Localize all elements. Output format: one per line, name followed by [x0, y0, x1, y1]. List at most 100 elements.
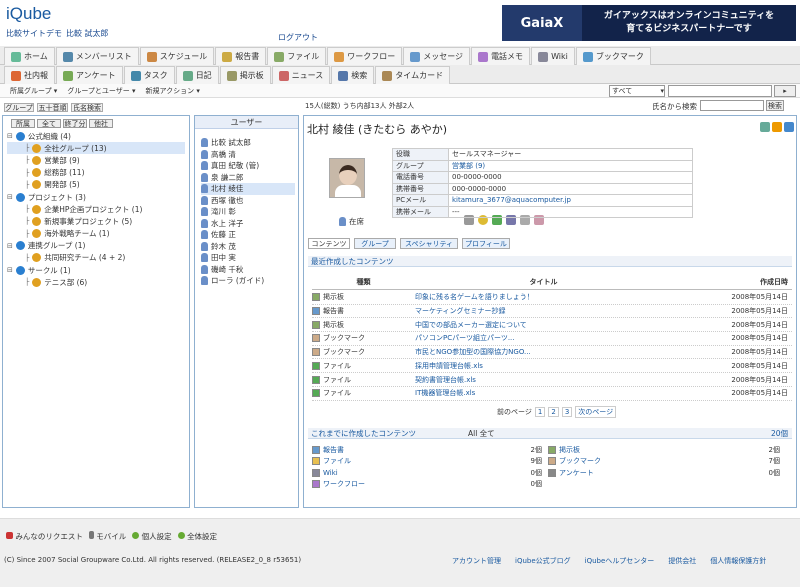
- account-link[interactable]: アカウント管理: [452, 556, 501, 566]
- tab-search[interactable]: 検索: [331, 66, 375, 84]
- pager-prev[interactable]: 前のページ: [497, 407, 532, 417]
- user-list-item[interactable]: 磯崎 千秋: [201, 264, 295, 276]
- expand-icon[interactable]: ⊟: [7, 132, 13, 140]
- user-name[interactable]: 比較 試太郎: [66, 28, 109, 39]
- row-title-link[interactable]: 市民とNGO参加型の国際協力NGO...: [415, 347, 672, 357]
- menu-new-action[interactable]: 新規アクション ▾: [146, 86, 200, 96]
- left-tab-name-search[interactable]: 氏名検索: [71, 103, 103, 112]
- name-search-button[interactable]: 検索: [766, 100, 784, 111]
- user-list-item[interactable]: 比較 試太郎: [201, 137, 295, 149]
- tab-board[interactable]: 掲示板: [219, 66, 271, 84]
- edit-icon[interactable]: [760, 122, 770, 132]
- tab-news[interactable]: ニュース: [271, 66, 331, 84]
- tree-group[interactable]: ├ 営業部 (9): [7, 154, 185, 166]
- tree-category[interactable]: ⊟ 公式組織 (4): [7, 130, 185, 142]
- menu-my-groups[interactable]: 所属グループ ▾: [10, 86, 57, 96]
- tree-group[interactable]: ├ テニス部 (6): [7, 276, 185, 288]
- mobile-link[interactable]: モバイル: [88, 531, 126, 542]
- user-list-item[interactable]: 高橋 清: [201, 149, 295, 161]
- user-list-item[interactable]: 滝川 彰: [201, 206, 295, 218]
- summary-item[interactable]: Wiki 0個: [312, 468, 542, 477]
- tree-category[interactable]: ⊟ 連携グループ (1): [7, 240, 185, 252]
- user-list-item[interactable]: 北村 綾佳: [201, 183, 295, 195]
- tab-survey[interactable]: アンケート: [56, 66, 123, 84]
- tree-group[interactable]: ├ 海外戦略チーム (1): [7, 228, 185, 240]
- row-title-link[interactable]: 印象に残る名ゲームを語りましょう！: [415, 292, 672, 302]
- privacy-link[interactable]: 個人情報保護方針: [710, 556, 766, 566]
- tab-phone-memo[interactable]: 電話メモ: [471, 47, 531, 65]
- content-tab-0[interactable]: コンテンツ: [308, 238, 350, 249]
- tab-wiki[interactable]: Wiki: [531, 47, 575, 65]
- tab-home[interactable]: ホーム: [4, 47, 55, 65]
- user-list-item[interactable]: 田中 実: [201, 252, 295, 264]
- tree-category[interactable]: ⊟ プロジェクト (3): [7, 191, 185, 203]
- blog-link[interactable]: iQube公式ブログ: [515, 556, 571, 566]
- user-list-item[interactable]: 水上 洋子: [201, 218, 295, 230]
- subtab-other[interactable]: 他社: [89, 119, 113, 128]
- user-list-item[interactable]: 泉 謙二郎: [201, 172, 295, 184]
- summary-item[interactable]: ブックマーク 7個: [548, 457, 780, 466]
- row-title-link[interactable]: IT機器管理台帳.xls: [415, 388, 672, 398]
- page-1[interactable]: 1: [534, 407, 546, 417]
- help-center-link[interactable]: iQubeヘルプセンター: [585, 556, 655, 566]
- personal-settings-link[interactable]: 個人設定: [132, 531, 172, 542]
- row-title-link[interactable]: 採用申請管理台帳.xls: [415, 361, 672, 371]
- provider-link[interactable]: 提供会社: [668, 556, 696, 566]
- row-title-link[interactable]: 中国での部品メーカー選定について: [415, 320, 672, 330]
- content-tab-1[interactable]: グループ: [354, 238, 396, 249]
- left-tab-group[interactable]: グループ: [4, 103, 34, 112]
- left-tab-kana[interactable]: 五十音順: [37, 103, 68, 112]
- content-tab-2[interactable]: スペシャリティ: [400, 238, 458, 249]
- user-list-item[interactable]: 真田 紀敬 (管): [201, 160, 295, 172]
- tab-workflow[interactable]: ワークフロー: [327, 47, 403, 65]
- tree-category[interactable]: ⊟ サークル (1): [7, 264, 185, 276]
- info-value[interactable]: kitamura_3677@aquacomputer.jp: [448, 194, 693, 207]
- tab-diary[interactable]: 日記: [175, 66, 219, 84]
- summary-item[interactable]: アンケート 0個: [548, 468, 780, 477]
- filter-select[interactable]: すべて ▾: [609, 85, 665, 97]
- tree-group[interactable]: ├ 共同研究チーム (4 + 2): [7, 252, 185, 264]
- tab-schedule[interactable]: スケジュール: [139, 47, 215, 65]
- name-search-input[interactable]: [700, 100, 764, 111]
- tab-report[interactable]: 報告書: [215, 47, 267, 65]
- star-icon[interactable]: [772, 122, 782, 132]
- user-list-item[interactable]: 鈴木 茂: [201, 241, 295, 253]
- request-link[interactable]: みんなのリクエスト: [6, 531, 83, 542]
- subtab-ended[interactable]: 終了分: [63, 119, 87, 128]
- user-list-item[interactable]: 佐藤 正: [201, 229, 295, 241]
- page-2[interactable]: 2: [548, 407, 559, 417]
- tab-message[interactable]: メッセージ: [403, 47, 471, 65]
- tab-task[interactable]: タスク: [123, 66, 175, 84]
- summary-item[interactable]: ワークフロー 0個: [312, 480, 542, 489]
- content-tab-3[interactable]: プロフィール: [462, 238, 510, 249]
- expand-icon[interactable]: ⊟: [7, 266, 13, 274]
- tree-group[interactable]: ├ 企業HP企画プロジェクト (1): [7, 203, 185, 215]
- tree-group[interactable]: ├ 総務部 (11): [7, 167, 185, 179]
- logout-link[interactable]: ログアウト: [278, 32, 318, 43]
- expand-icon[interactable]: ⊟: [7, 242, 13, 250]
- tab-bookmark[interactable]: ブックマーク: [575, 47, 651, 65]
- tab-members[interactable]: メンバーリスト: [55, 47, 139, 65]
- info-value[interactable]: 営業部 (9): [448, 159, 693, 172]
- pager-next[interactable]: 次のページ: [575, 406, 617, 418]
- summary-item[interactable]: 掲示板 2個: [548, 445, 780, 454]
- tab-newsletter[interactable]: 社内報: [4, 66, 55, 84]
- user-list-item[interactable]: ローラ (ガイド): [201, 275, 295, 287]
- global-settings-link[interactable]: 全体設定: [177, 531, 217, 542]
- ad-banner[interactable]: GaiaX ガイアックスはオンラインコミュニティを 育てるビジネスパートナーです: [502, 5, 796, 41]
- tree-group[interactable]: ├ 新規事業プロジェクト (5): [7, 215, 185, 227]
- subtab-all[interactable]: 全て: [37, 119, 61, 128]
- summary-item[interactable]: ファイル 9個: [312, 457, 542, 466]
- all-contents-filter[interactable]: All 全て: [468, 428, 495, 439]
- summary-item[interactable]: 報告書 2個: [312, 445, 542, 454]
- page-3[interactable]: 3: [561, 407, 573, 417]
- menu-groups-users[interactable]: グループとユーザー ▾: [67, 86, 135, 96]
- tab-file[interactable]: ファイル: [267, 47, 327, 65]
- user-list-item[interactable]: 西塚 徹也: [201, 195, 295, 207]
- logo[interactable]: iQube: [6, 4, 51, 24]
- help-icon[interactable]: [784, 122, 794, 132]
- expand-icon[interactable]: ⊟: [7, 193, 13, 201]
- tree-group[interactable]: ├ 開発部 (5): [7, 179, 185, 191]
- subtab-mine[interactable]: 所属: [11, 119, 35, 128]
- tree-group[interactable]: ├ 全社グループ (13): [7, 142, 185, 155]
